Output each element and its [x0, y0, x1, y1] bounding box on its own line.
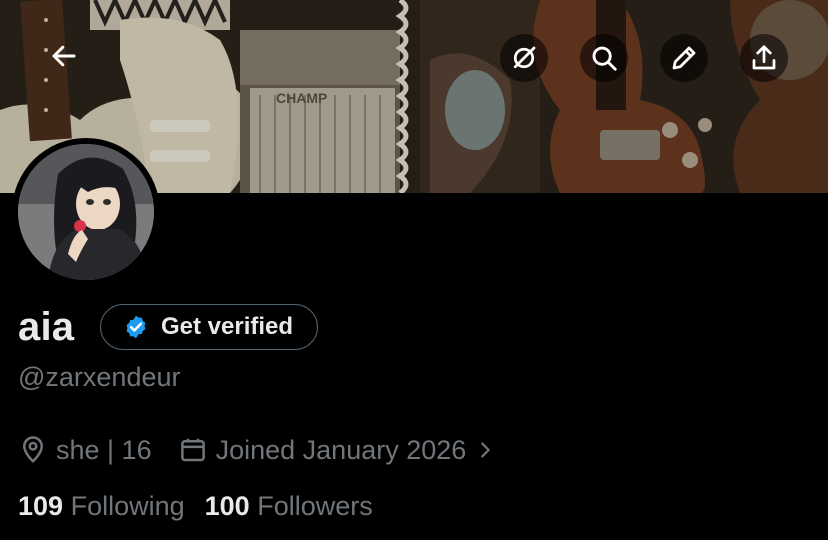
following-label: Following [70, 491, 185, 521]
share-icon [752, 45, 776, 70]
profile-stats: 109 Following 100 Followers [18, 491, 373, 522]
following-count: 109 [18, 491, 64, 521]
followers-count: 100 [204, 491, 250, 521]
avatar[interactable] [12, 138, 160, 286]
grok-button[interactable] [500, 34, 548, 82]
avatar-image [18, 144, 154, 280]
profile-meta: she | 16 Joined January 2026 [18, 432, 496, 468]
get-verified-label: Get verified [161, 313, 294, 340]
joined-text: Joined January 2026 [215, 434, 467, 465]
back-button[interactable] [40, 32, 88, 80]
followers-link[interactable]: 100 Followers [205, 491, 373, 522]
joined-item[interactable]: Joined January 2026 [178, 435, 497, 466]
location-item: she | 16 [18, 435, 152, 466]
edit-pencil-icon [672, 46, 696, 70]
location-text: she | 16 [56, 434, 152, 465]
search-button[interactable] [580, 34, 628, 82]
location-pin-icon [22, 436, 44, 463]
arrow-left-icon [52, 45, 76, 67]
followers-label: Followers [257, 491, 373, 521]
following-link[interactable]: 109 Following [18, 491, 185, 522]
share-button[interactable] [740, 34, 788, 82]
profile-name: aia [18, 305, 75, 349]
profile-page: CHAMP [0, 0, 828, 540]
grok-icon [513, 46, 536, 69]
profile-handle: @zarxendeur [18, 362, 181, 392]
verified-badge-icon [126, 315, 146, 339]
edit-profile-button[interactable] [660, 34, 708, 82]
get-verified-button[interactable]: Get verified [100, 304, 319, 350]
search-icon [592, 46, 617, 71]
calendar-icon [180, 438, 205, 462]
chevron-right-icon [481, 442, 491, 458]
